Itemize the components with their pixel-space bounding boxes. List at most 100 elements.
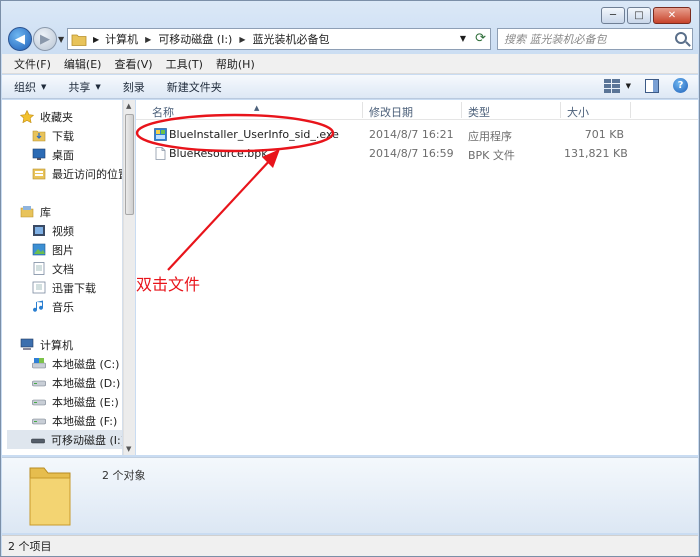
explorer-window: ─ □ ✕ ◀ ▶ ▼ ▶ 计算机 ▶ 可移动磁盘 (I:) ▶ 蓝光装机必备包 ▼… bbox=[0, 0, 700, 557]
folder-icon bbox=[71, 34, 87, 46]
dropdown-arrow-icon: ▼ bbox=[95, 82, 101, 91]
hard-drive-icon bbox=[32, 380, 46, 387]
nav-item-thunder-downloads[interactable]: 迅雷下载 bbox=[32, 278, 96, 297]
selection-count: 2 个对象 bbox=[102, 469, 146, 482]
nav-item-recent-places[interactable]: 最近访问的位置 bbox=[32, 164, 122, 183]
column-name[interactable]: 名称 bbox=[152, 104, 174, 120]
status-bar: 2 个项目 bbox=[2, 535, 698, 556]
nav-item-desktop[interactable]: 桌面 bbox=[32, 145, 74, 164]
generic-file-icon bbox=[155, 147, 166, 160]
arrow-right-icon: ▶ bbox=[40, 31, 50, 47]
organize-button[interactable]: 组织 ▼ bbox=[14, 79, 46, 95]
search-placeholder: 搜索 蓝光装机必备包 bbox=[504, 33, 607, 46]
folder-large-icon bbox=[29, 467, 71, 526]
hard-drive-icon bbox=[32, 418, 46, 425]
navigation-pane: 收藏夹 下载 桌面 最近访问的位置 库 视频 图片 文档 迅雷下载 音乐 计算机… bbox=[2, 100, 123, 455]
close-button[interactable]: ✕ bbox=[653, 7, 691, 24]
nav-item-drive-e[interactable]: 本地磁盘 (E:) bbox=[32, 392, 119, 411]
help-icon[interactable]: ? bbox=[673, 78, 688, 93]
column-type[interactable]: 类型 bbox=[468, 104, 490, 120]
nav-item-videos[interactable]: 视频 bbox=[32, 221, 74, 240]
breadcrumb-computer[interactable]: 计算机 ▶ bbox=[105, 31, 158, 47]
annotation-text: 双击文件 bbox=[136, 275, 201, 294]
system-drive-icon bbox=[32, 358, 46, 369]
minimize-button[interactable]: ─ bbox=[601, 7, 625, 24]
scroll-thumb[interactable] bbox=[125, 114, 134, 215]
burn-button[interactable]: 刻录 bbox=[123, 79, 145, 95]
menu-edit[interactable]: 编辑(E) bbox=[58, 56, 109, 72]
refresh-icon[interactable]: ⟳ bbox=[475, 31, 486, 46]
address-dropdown-icon[interactable]: ▼ bbox=[460, 34, 466, 43]
menu-tools[interactable]: 工具(T) bbox=[160, 56, 210, 72]
new-folder-button[interactable]: 新建文件夹 bbox=[167, 79, 222, 95]
download-folder-icon bbox=[32, 130, 46, 142]
library-icon bbox=[20, 206, 34, 218]
column-headers: ▲ 名称 修改日期 类型 大小 bbox=[136, 100, 698, 120]
nav-favorites[interactable]: 收藏夹 bbox=[20, 107, 73, 126]
nav-libraries[interactable]: 库 bbox=[20, 202, 51, 221]
music-note-icon bbox=[33, 300, 44, 312]
column-size[interactable]: 大小 bbox=[567, 104, 589, 120]
change-view-button[interactable]: ▼ bbox=[603, 78, 631, 93]
details-pane: 2 个对象 bbox=[2, 457, 698, 533]
video-library-icon bbox=[33, 225, 45, 236]
removable-drive-icon bbox=[31, 438, 45, 444]
share-button[interactable]: 共享 ▼ bbox=[68, 79, 100, 95]
file-row[interactable]: BlueResource.bpk 2014/8/7 16:59 BPK 文件 1… bbox=[136, 144, 698, 163]
command-toolbar: 组织 ▼ 共享 ▼ 刻录 新建文件夹 ▼ ? bbox=[2, 75, 698, 99]
nav-item-pictures[interactable]: 图片 bbox=[32, 240, 74, 259]
nav-item-drive-d[interactable]: 本地磁盘 (D:) bbox=[32, 373, 120, 392]
nav-item-drive-f[interactable]: 本地磁盘 (F:) bbox=[32, 411, 117, 430]
window-caption-buttons: ─ □ ✕ bbox=[601, 7, 691, 24]
breadcrumb-removable-disk[interactable]: 可移动磁盘 (I:) ▶ bbox=[158, 31, 252, 47]
file-name: BlueResource.bpk bbox=[169, 147, 268, 160]
chevron-right-icon[interactable]: ▶ bbox=[239, 35, 245, 44]
address-bar[interactable]: ▶ 计算机 ▶ 可移动磁盘 (I:) ▶ 蓝光装机必备包 ▼ ⟳ bbox=[67, 28, 491, 50]
scroll-down-arrow-icon[interactable]: ▼ bbox=[126, 445, 131, 453]
document-library-icon bbox=[33, 262, 45, 275]
menu-help[interactable]: 帮助(H) bbox=[210, 56, 262, 72]
menu-file[interactable]: 文件(F) bbox=[8, 56, 58, 72]
file-type: BPK 文件 bbox=[468, 149, 515, 162]
maximize-button[interactable]: □ bbox=[627, 7, 651, 24]
search-input[interactable]: 搜索 蓝光装机必备包 bbox=[497, 28, 693, 50]
file-name: BlueInstaller_UserInfo_sid_.exe bbox=[169, 128, 339, 141]
search-icon[interactable] bbox=[675, 32, 687, 44]
nav-item-music[interactable]: 音乐 bbox=[32, 297, 74, 316]
file-row[interactable]: BlueInstaller_UserInfo_sid_.exe 2014/8/7… bbox=[136, 125, 698, 144]
hard-drive-icon bbox=[32, 399, 46, 406]
forward-button[interactable]: ▶ bbox=[33, 27, 57, 51]
file-type: 应用程序 bbox=[468, 130, 512, 143]
dropdown-arrow-icon: ▼ bbox=[41, 82, 47, 91]
breadcrumb-current-folder[interactable]: 蓝光装机必备包 bbox=[253, 31, 330, 47]
file-list: ▲ 名称 修改日期 类型 大小 BlueInstaller_UserInfo_s… bbox=[136, 100, 698, 455]
file-date: 2014/8/7 16:21 bbox=[369, 128, 454, 141]
navigation-scrollbar[interactable]: ▲ ▼ bbox=[123, 100, 135, 455]
chevron-right-icon[interactable]: ▶ bbox=[145, 35, 151, 44]
recent-places-icon bbox=[32, 168, 46, 180]
preview-pane-icon[interactable] bbox=[645, 78, 659, 93]
column-date-modified[interactable]: 修改日期 bbox=[369, 104, 413, 120]
file-date: 2014/8/7 16:59 bbox=[369, 147, 454, 160]
installer-exe-icon bbox=[154, 128, 167, 141]
dropdown-arrow-icon: ▼ bbox=[625, 81, 631, 90]
menu-bar: 文件(F) 编辑(E) 查看(V) 工具(T) 帮助(H) bbox=[2, 54, 698, 74]
nav-item-removable-disk[interactable]: 可移动磁盘 (I:) bbox=[7, 430, 122, 449]
scroll-up-arrow-icon[interactable]: ▲ bbox=[126, 102, 131, 110]
nav-item-downloads[interactable]: 下载 bbox=[32, 126, 74, 145]
file-size: 701 KB bbox=[584, 128, 624, 141]
back-button[interactable]: ◀ bbox=[8, 27, 32, 51]
menu-view[interactable]: 查看(V) bbox=[108, 56, 159, 72]
arrow-left-icon: ◀ bbox=[15, 31, 25, 47]
picture-library-icon bbox=[32, 243, 46, 256]
nav-computer[interactable]: 计算机 bbox=[20, 335, 73, 354]
recent-pages-dropdown[interactable]: ▼ bbox=[58, 35, 64, 44]
desktop-icon bbox=[32, 148, 46, 160]
star-icon bbox=[20, 110, 34, 123]
computer-icon bbox=[20, 338, 34, 350]
sort-ascending-icon: ▲ bbox=[254, 104, 260, 112]
breadcrumb-root-chevron[interactable]: ▶ bbox=[93, 35, 99, 44]
nav-item-documents[interactable]: 文档 bbox=[32, 259, 74, 278]
nav-item-drive-c[interactable]: 本地磁盘 (C:) bbox=[32, 354, 119, 373]
thunder-download-icon bbox=[32, 281, 46, 294]
